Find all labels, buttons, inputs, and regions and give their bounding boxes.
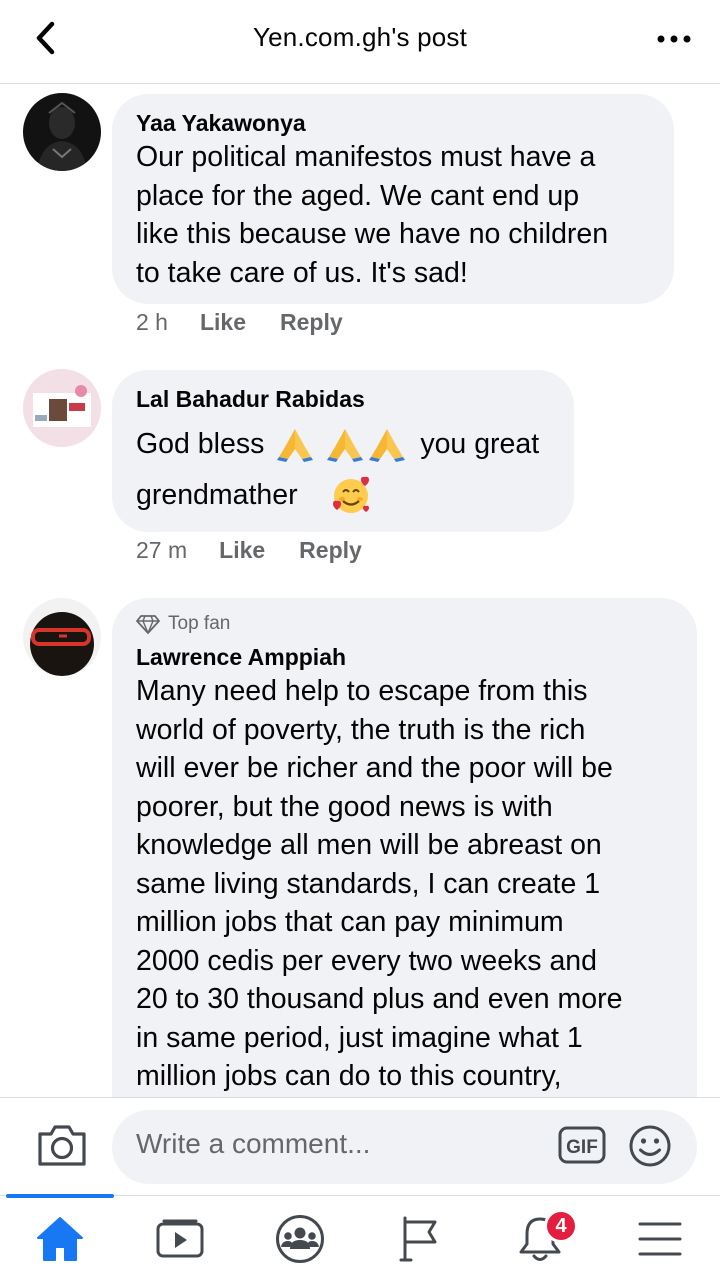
comment-text-line: poorer, but the good news is with: [136, 790, 553, 823]
top-bar: Yen.com.gh's post: [0, 0, 720, 84]
avatar[interactable]: [23, 598, 101, 676]
comment-text-line: million jobs can do to this country,: [136, 1060, 562, 1092]
page-title: Yen.com.gh's post: [252, 22, 468, 52]
comment-text-line: in same period, just imagine what 1: [136, 1021, 583, 1054]
comment-text-line: same living standards, I can create 1: [136, 867, 601, 900]
notification-count-badge: 4: [544, 1209, 578, 1243]
smiley-icon: [629, 1125, 671, 1167]
like-button[interactable]: Like: [200, 309, 246, 336]
comment-text-line: grendmather: [136, 474, 550, 516]
comment-text-line: knowledge all men will be abreast on: [136, 829, 602, 861]
avatar[interactable]: [23, 369, 101, 447]
groups-icon: [276, 1214, 324, 1263]
reply-button[interactable]: Reply: [280, 309, 343, 336]
nav-watch[interactable]: [125, 1196, 235, 1280]
nav-notifications[interactable]: [485, 1196, 595, 1280]
video-play-icon: [156, 1219, 204, 1257]
nav-home[interactable]: [5, 1196, 115, 1280]
gif-label: GIF: [566, 1137, 598, 1158]
comment-bubble[interactable]: Top fan Lawrence Amppiah Many need help …: [112, 598, 697, 1097]
comment-text-line: Many need help to escape from this: [136, 675, 588, 707]
comment-bubble[interactable]: Yaa Yakawonya Our political manifestos m…: [112, 94, 674, 304]
comment-text-line: to take care of us. It's sad!: [136, 256, 468, 289]
comment-text-line: 20 to 30 thousand plus and even more: [136, 983, 623, 1015]
home-icon: [37, 1216, 83, 1261]
more-options-button[interactable]: [654, 24, 694, 54]
profile-photo: [23, 93, 101, 171]
comment-input-placeholder: Write a comment...: [136, 1128, 371, 1159]
folded-hands-emoji-icon: [327, 429, 364, 462]
reply-button[interactable]: Reply: [299, 537, 362, 564]
comment-text-line: like this because we have no children: [136, 218, 609, 250]
top-fan-badge: Top fan: [136, 610, 673, 638]
comment-timestamp: 27 m: [136, 537, 188, 563]
comment-text-line: will ever be richer and the poor will be: [136, 752, 613, 784]
folded-hands-emoji-icon: [277, 429, 314, 462]
comment-text-line: God bless you great: [136, 424, 550, 464]
profile-photo: [23, 369, 101, 447]
nav-pages[interactable]: [365, 1196, 475, 1280]
comment-text: grendmather: [136, 478, 298, 511]
comment-author[interactable]: Lal Bahadur Rabidas: [136, 384, 550, 414]
gif-button[interactable]: GIF: [558, 1126, 606, 1164]
profile-photo: [23, 598, 101, 676]
camera-button[interactable]: [36, 1122, 88, 1168]
comment-text: you great: [420, 427, 540, 460]
nav-menu[interactable]: [605, 1196, 715, 1280]
avatar[interactable]: [23, 93, 101, 171]
comment-text: God bless: [136, 427, 265, 460]
flag-icon: [399, 1216, 437, 1261]
top-fan-label: Top fan: [168, 613, 231, 634]
comment-text-line: Our political manifestos must have a: [136, 141, 596, 173]
like-button[interactable]: Like: [219, 537, 265, 564]
comments-list: Yaa Yakawonya Our political manifestos m…: [0, 85, 720, 1097]
smiling-face-with-hearts-emoji-icon: [332, 476, 369, 513]
comment-composer: Write a comment... GIF: [0, 1097, 720, 1195]
comment-text-line: 2000 cedis per every two weeks and: [136, 944, 598, 977]
nav-groups[interactable]: [245, 1196, 355, 1280]
emoji-button[interactable]: [628, 1124, 672, 1168]
comment-actions: 2 h Like Reply: [136, 309, 377, 336]
comment-bubble[interactable]: Lal Bahadur Rabidas God bless you great …: [112, 370, 574, 532]
diamond-icon: [136, 615, 160, 634]
comment-author[interactable]: Lawrence Amppiah: [136, 642, 673, 672]
comment-timestamp: 2 h: [136, 309, 168, 335]
camera-icon: [38, 1125, 86, 1166]
folded-hands-emoji-icon: [369, 429, 406, 462]
bottom-navigation: 4: [0, 1194, 720, 1280]
more-dots-icon: [657, 35, 691, 43]
comment-text-line: million jobs that can pay minimum: [136, 906, 564, 938]
comment-author[interactable]: Yaa Yakawonya: [136, 108, 650, 138]
comment-text-line: place for the aged. We cant end up: [136, 179, 580, 212]
comment-actions: 27 m Like Reply: [136, 537, 396, 564]
comment-text-line: world of poverty, the truth is the rich: [136, 713, 586, 746]
hamburger-menu-icon: [638, 1222, 682, 1255]
gif-icon: GIF: [558, 1126, 606, 1164]
